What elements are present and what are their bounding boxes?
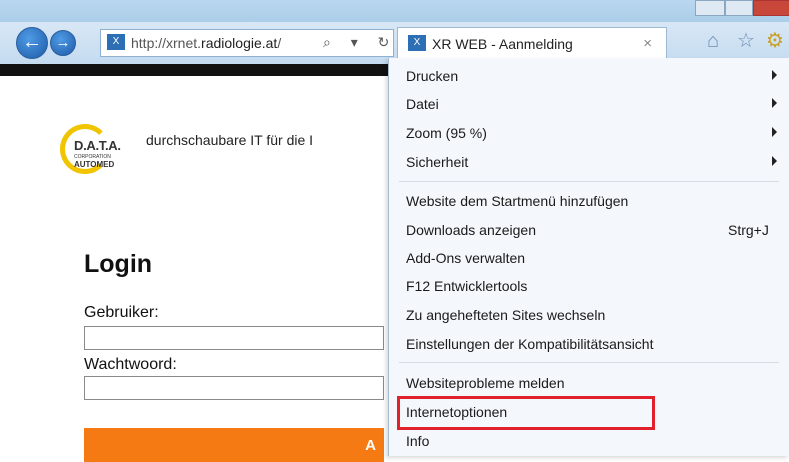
login-button-label: A [365,437,376,454]
tab-xr-web[interactable]: X XR WEB - Aanmelding × [397,27,667,59]
menu-item-pinned-sites[interactable]: Zu angehefteten Sites wechseln [389,301,789,329]
menu-item-add-to-start-menu[interactable]: Website dem Startmenü hinzufügen [389,187,789,215]
close-window-button[interactable] [753,0,789,16]
submenu-arrow-icon [772,127,777,137]
home-icon[interactable]: ⌂ [707,30,719,52]
username-input[interactable] [84,326,384,350]
menu-item-downloads[interactable]: Downloads anzeigen Strg+J [389,216,789,244]
logo-text: D.A.T.A. [74,138,121,153]
maximize-button[interactable] [725,0,753,16]
search-refresh-icons[interactable]: ⌕ ▾ ↻ [323,34,397,50]
password-input[interactable] [84,376,384,400]
login-button[interactable]: A [84,428,384,462]
shortcut-label: Strg+J [728,222,769,238]
menu-separator [399,362,779,363]
menu-separator [399,181,779,182]
menu-item-devtools[interactable]: F12 Entwicklertools [389,272,789,300]
forward-arrow-icon: → [55,34,71,51]
address-actions[interactable]: ⌕ ▾ ↻ [323,34,397,51]
submenu-arrow-icon [772,98,777,108]
site-favicon-icon: X [107,34,125,50]
forward-button[interactable]: → [50,30,76,56]
page-top-bar [0,64,388,76]
tab-title: XR WEB - Aanmelding [432,36,573,52]
tagline: durchschaubare IT für die I [146,132,314,148]
page-title: Login [84,250,153,278]
submenu-arrow-icon [772,70,777,80]
data-automed-logo: D.A.T.A. CORPORATION AUTOMED [60,124,126,190]
submenu-arrow-icon [772,156,777,166]
highlight-box [397,396,655,430]
address-bar[interactable]: X http://xrnet.radiologie.at/ ⌕ ▾ ↻ [100,29,394,57]
menu-item-zoom[interactable]: Zoom (95 %) [389,119,789,147]
tab-close-icon[interactable]: × [643,35,652,52]
tab-favicon-icon: X [408,35,426,51]
back-arrow-icon: ← [22,31,42,53]
menu-item-compat-view[interactable]: Einstellungen der Kompatibilitätsansicht [389,330,789,358]
address-url[interactable]: http://xrnet.radiologie.at/ [131,35,281,51]
menu-item-datei[interactable]: Datei [389,90,789,118]
menu-item-sicherheit[interactable]: Sicherheit [389,148,789,176]
back-button[interactable]: ← [16,27,48,59]
minimize-button[interactable] [695,0,725,16]
menu-item-addons[interactable]: Add-Ons verwalten [389,244,789,272]
tools-menu: Drucken Datei Zoom (95 %) Sicherheit Web… [388,58,789,456]
username-label: Gebruiker: [84,304,159,321]
logo-name: AUTOMED [74,160,115,169]
menu-item-drucken[interactable]: Drucken [389,62,789,90]
tools-gear-icon[interactable]: ⚙ [766,30,784,52]
favorites-star-icon[interactable]: ☆ [737,30,755,52]
login-page: D.A.T.A. CORPORATION AUTOMED durchschaub… [0,76,388,462]
menu-item-report-problems[interactable]: Websiteprobleme melden [389,369,789,397]
window-controls [689,0,789,16]
password-label: Wachtwoord: [84,356,177,373]
menu-item-info[interactable]: Info [389,427,789,455]
